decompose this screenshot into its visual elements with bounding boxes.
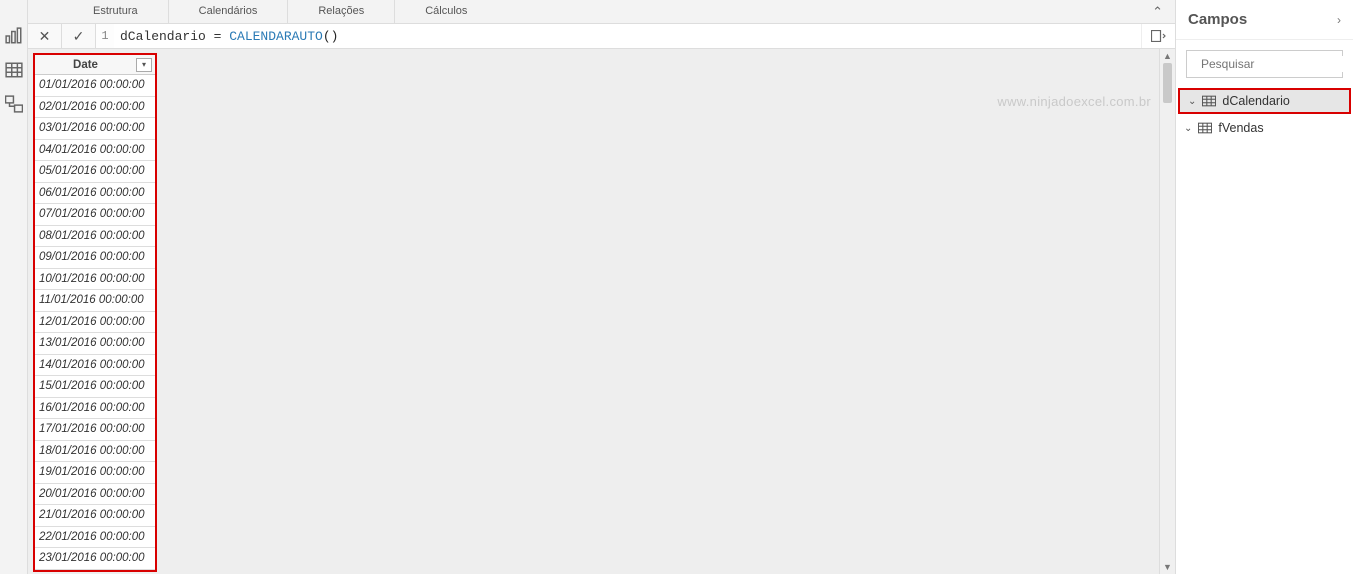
table-row[interactable]: 19/01/2016 00:00:00 — [35, 462, 155, 484]
formula-prefix: dCalendario = — [120, 29, 229, 44]
data-canvas: www.ninjadoexcel.com.br ▲ ▼ Date ▾ 01/01… — [28, 49, 1175, 574]
report-view-icon[interactable] — [5, 28, 23, 44]
chevron-down-icon: ⌄ — [1188, 96, 1196, 107]
table-row[interactable]: 14/01/2016 00:00:00 — [35, 355, 155, 377]
table-row[interactable]: 18/01/2016 00:00:00 — [35, 441, 155, 463]
formula-function: CALENDARAUTO — [229, 29, 323, 44]
table-row[interactable]: 07/01/2016 00:00:00 — [35, 204, 155, 226]
table-row[interactable]: 03/01/2016 00:00:00 — [35, 118, 155, 140]
formula-expand-button[interactable] — [1141, 24, 1175, 48]
model-view-icon[interactable] — [5, 96, 23, 112]
fields-header: Campos › — [1176, 0, 1353, 40]
column-header[interactable]: Date ▾ — [35, 55, 155, 75]
table-row[interactable]: 16/01/2016 00:00:00 — [35, 398, 155, 420]
table-icon — [1198, 122, 1212, 134]
table-row[interactable]: 08/01/2016 00:00:00 — [35, 226, 155, 248]
scroll-thumb[interactable] — [1163, 63, 1172, 103]
formula-line-number: 1 — [96, 24, 114, 48]
fields-search-input[interactable] — [1199, 56, 1353, 72]
table-row[interactable]: 11/01/2016 00:00:00 — [35, 290, 155, 312]
table-row[interactable]: 01/01/2016 00:00:00 — [35, 75, 155, 97]
table-row[interactable]: 21/01/2016 00:00:00 — [35, 505, 155, 527]
table-row[interactable]: 23/01/2016 00:00:00 — [35, 548, 155, 570]
scroll-up-arrow[interactable]: ▲ — [1160, 49, 1175, 63]
ribbon-group-calculos[interactable]: Cálculos — [394, 0, 497, 23]
field-table-name: fVendas — [1218, 121, 1263, 135]
ribbon-group-relacoes[interactable]: Relações — [287, 0, 394, 23]
ribbon-group-calendarios[interactable]: Calendários — [168, 0, 288, 23]
view-rail — [0, 0, 28, 574]
fields-expand-icon[interactable]: › — [1337, 13, 1341, 27]
data-view-icon[interactable] — [5, 62, 23, 78]
table-row[interactable]: 09/01/2016 00:00:00 — [35, 247, 155, 269]
formula-cancel-button[interactable]: ✕ — [28, 24, 62, 48]
table-row[interactable]: 04/01/2016 00:00:00 — [35, 140, 155, 162]
column-filter-dropdown[interactable]: ▾ — [136, 58, 152, 72]
vertical-scrollbar[interactable]: ▲ ▼ — [1159, 49, 1175, 574]
fields-panel: Campos › ⌄ dCalendario ⌄ fVendas — [1175, 0, 1353, 574]
ribbon-group-estrutura[interactable]: Estrutura — [28, 0, 168, 23]
table-row[interactable]: 12/01/2016 00:00:00 — [35, 312, 155, 334]
table-row[interactable]: 20/01/2016 00:00:00 — [35, 484, 155, 506]
fields-title: Campos — [1188, 11, 1247, 28]
formula-args: () — [323, 29, 339, 44]
field-table-item[interactable]: ⌄ fVendas — [1176, 114, 1353, 142]
table-icon — [1202, 95, 1216, 107]
watermark-text: www.ninjadoexcel.com.br — [997, 94, 1151, 109]
table-row[interactable]: 06/01/2016 00:00:00 — [35, 183, 155, 205]
field-table-item[interactable]: ⌄ dCalendario — [1178, 88, 1351, 114]
table-row[interactable]: 05/01/2016 00:00:00 — [35, 161, 155, 183]
table-row[interactable]: 10/01/2016 00:00:00 — [35, 269, 155, 291]
formula-bar: ✕ ✓ 1 dCalendario = CALENDARAUTO() — [28, 23, 1175, 49]
ribbon-collapse-button[interactable] — [1140, 4, 1175, 20]
ribbon-tabs: Estrutura Calendários Relações Cálculos — [28, 0, 1175, 23]
scroll-down-arrow[interactable]: ▼ — [1160, 560, 1175, 574]
table-row[interactable]: 15/01/2016 00:00:00 — [35, 376, 155, 398]
field-table-name: dCalendario — [1222, 94, 1289, 108]
formula-commit-button[interactable]: ✓ — [62, 24, 96, 48]
fields-search-box[interactable] — [1186, 50, 1343, 78]
formula-input[interactable]: dCalendario = CALENDARAUTO() — [114, 24, 1141, 48]
table-row[interactable]: 13/01/2016 00:00:00 — [35, 333, 155, 355]
column-name: Date — [35, 59, 136, 71]
table-row[interactable]: 02/01/2016 00:00:00 — [35, 97, 155, 119]
table-row[interactable]: 17/01/2016 00:00:00 — [35, 419, 155, 441]
table-row[interactable]: 22/01/2016 00:00:00 — [35, 527, 155, 549]
data-table-highlighted: Date ▾ 01/01/2016 00:00:0002/01/2016 00:… — [33, 53, 157, 572]
chevron-down-icon: ⌄ — [1184, 123, 1192, 134]
